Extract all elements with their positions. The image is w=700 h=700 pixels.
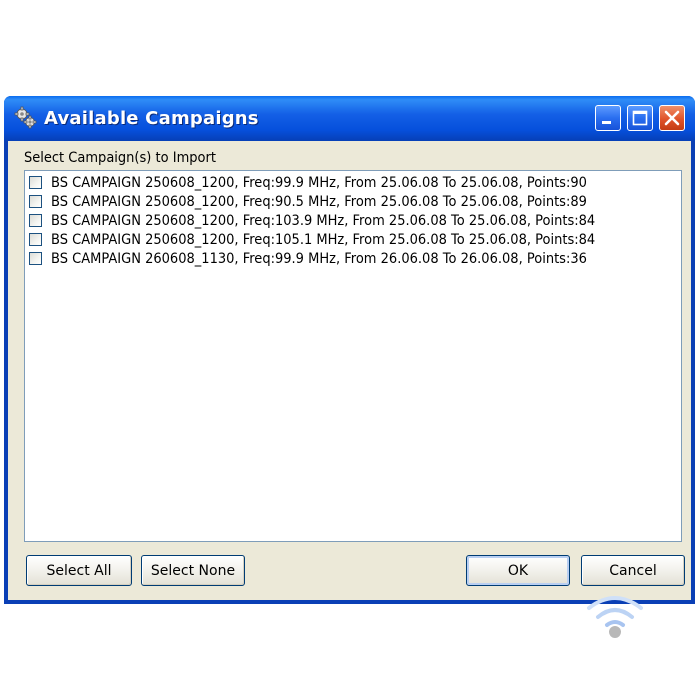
campaign-label: BS CAMPAIGN 260608_1130, Freq:99.9 MHz, …	[51, 250, 587, 267]
maximize-button[interactable]	[627, 105, 653, 131]
select-all-button[interactable]: Select All	[26, 555, 132, 586]
campaign-label: BS CAMPAIGN 250608_1200, Freq:103.9 MHz,…	[51, 212, 596, 229]
campaign-list[interactable]: BS CAMPAIGN 250608_1200, Freq:99.9 MHz, …	[24, 170, 682, 542]
dialog-window: Available Campaigns Select Campaign(s) t…	[4, 96, 695, 604]
list-item[interactable]: BS CAMPAIGN 260608_1130, Freq:99.9 MHz, …	[29, 249, 627, 268]
window-title: Available Campaigns	[44, 108, 259, 129]
campaign-label: BS CAMPAIGN 250608_1200, Freq:90.5 MHz, …	[51, 193, 587, 210]
minimize-icon	[602, 121, 611, 124]
campaign-label: BS CAMPAIGN 250608_1200, Freq:105.1 MHz,…	[51, 231, 596, 248]
campaign-checkbox[interactable]	[29, 252, 42, 265]
campaign-checkbox[interactable]	[29, 195, 42, 208]
minimize-button[interactable]	[595, 105, 621, 131]
campaign-checkbox[interactable]	[29, 233, 42, 246]
gears-icon	[14, 106, 37, 129]
list-label: Select Campaign(s) to Import	[24, 150, 216, 166]
campaign-checkbox[interactable]	[29, 214, 42, 227]
select-none-button[interactable]: Select None	[141, 555, 245, 586]
close-icon	[664, 110, 680, 126]
dialog-body: Select Campaign(s) to Import BS CAMPAIGN…	[8, 141, 691, 600]
list-item[interactable]: BS CAMPAIGN 250608_1200, Freq:105.1 MHz,…	[29, 230, 636, 249]
ok-button[interactable]: OK	[466, 555, 570, 586]
title-bar[interactable]: Available Campaigns	[4, 96, 695, 141]
close-button[interactable]	[659, 105, 685, 131]
wifi-icon	[587, 596, 643, 638]
campaign-checkbox[interactable]	[29, 176, 42, 189]
list-item[interactable]: BS CAMPAIGN 250608_1200, Freq:90.5 MHz, …	[29, 192, 627, 211]
cancel-button[interactable]: Cancel	[581, 555, 685, 586]
campaign-label: BS CAMPAIGN 250608_1200, Freq:99.9 MHz, …	[51, 174, 587, 191]
list-item[interactable]: BS CAMPAIGN 250608_1200, Freq:99.9 MHz, …	[29, 173, 627, 192]
list-item[interactable]: BS CAMPAIGN 250608_1200, Freq:103.9 MHz,…	[29, 211, 636, 230]
maximize-icon	[632, 110, 648, 126]
